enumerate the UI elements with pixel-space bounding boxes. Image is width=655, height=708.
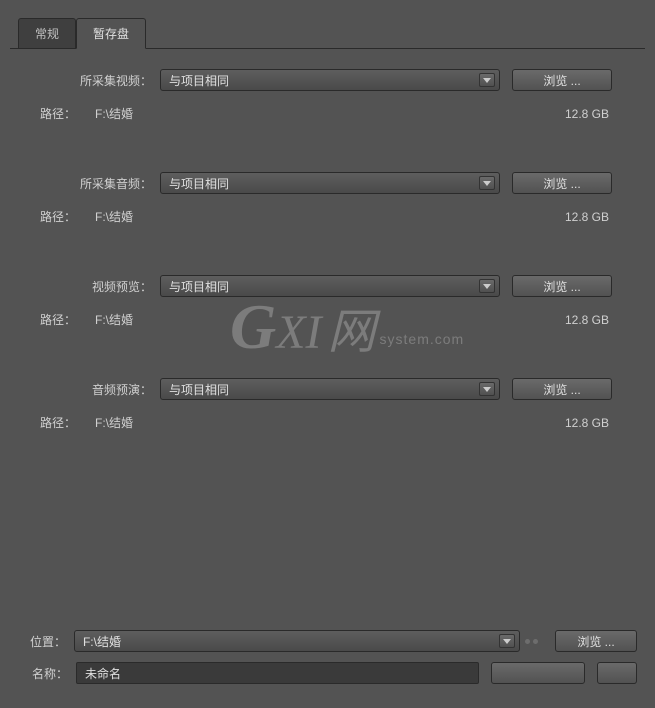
captured-audio-size: 12.8 GB <box>525 210 625 224</box>
video-preview-size: 12.8 GB <box>525 313 625 327</box>
name-input[interactable] <box>76 662 479 684</box>
captured-audio-browse-button[interactable]: 浏览 ... <box>512 172 612 194</box>
chevron-down-icon <box>479 73 495 87</box>
scratch-panel: 所采集视频： 与项目相同 浏览 ... 路径： F:\结婚 12.8 GB 所采… <box>10 48 645 431</box>
video-preview-value: 与项目相同 <box>169 278 229 295</box>
bottom-bar: 位置： F:\结婚 浏览 ... 名称： <box>18 630 637 694</box>
captured-video-group: 所采集视频： 与项目相同 浏览 ... 路径： F:\结婚 12.8 GB <box>30 69 625 122</box>
video-preview-label: 视频预览： <box>30 278 160 295</box>
location-label: 位置： <box>18 633 74 650</box>
video-preview-dropdown[interactable]: 与项目相同 <box>160 275 500 297</box>
captured-video-dropdown[interactable]: 与项目相同 <box>160 69 500 91</box>
bottom-button-1[interactable] <box>491 662 585 684</box>
video-preview-group: 视频预览： 与项目相同 浏览 ... 路径： F:\结婚 12.8 GB <box>30 275 625 328</box>
captured-audio-group: 所采集音频： 与项目相同 浏览 ... 路径： F:\结婚 12.8 GB <box>30 172 625 225</box>
chevron-down-icon <box>479 279 495 293</box>
audio-preview-group: 音频预演： 与项目相同 浏览 ... 路径： F:\结婚 12.8 GB <box>30 378 625 431</box>
location-dropdown[interactable]: F:\结婚 <box>74 630 520 652</box>
captured-video-path-label: 路径： <box>30 105 85 122</box>
chevron-down-icon <box>499 634 515 648</box>
audio-preview-path-label: 路径： <box>30 414 85 431</box>
bottom-button-2[interactable] <box>597 662 637 684</box>
captured-video-value: 与项目相同 <box>169 72 229 89</box>
captured-video-label: 所采集视频： <box>30 72 160 89</box>
tab-scratch-disks[interactable]: 暂存盘 <box>76 18 146 49</box>
tab-general[interactable]: 常规 <box>18 18 76 49</box>
audio-preview-dropdown[interactable]: 与项目相同 <box>160 378 500 400</box>
audio-preview-label: 音频预演： <box>30 381 160 398</box>
captured-audio-path-label: 路径： <box>30 208 85 225</box>
video-preview-path-label: 路径： <box>30 311 85 328</box>
location-dots-icon <box>520 639 543 644</box>
captured-video-size: 12.8 GB <box>525 107 625 121</box>
chevron-down-icon <box>479 176 495 190</box>
location-value: F:\结婚 <box>83 633 121 650</box>
tab-bar: 常规 暂存盘 <box>0 0 655 49</box>
audio-preview-size: 12.8 GB <box>525 416 625 430</box>
captured-audio-label: 所采集音频： <box>30 175 160 192</box>
audio-preview-browse-button[interactable]: 浏览 ... <box>512 378 612 400</box>
chevron-down-icon <box>479 382 495 396</box>
video-preview-path-value: F:\结婚 <box>85 311 525 328</box>
audio-preview-value: 与项目相同 <box>169 381 229 398</box>
captured-video-path-value: F:\结婚 <box>85 105 525 122</box>
video-preview-browse-button[interactable]: 浏览 ... <box>512 275 612 297</box>
name-label: 名称： <box>18 665 76 682</box>
captured-audio-dropdown[interactable]: 与项目相同 <box>160 172 500 194</box>
captured-video-browse-button[interactable]: 浏览 ... <box>512 69 612 91</box>
captured-audio-value: 与项目相同 <box>169 175 229 192</box>
audio-preview-path-value: F:\结婚 <box>85 414 525 431</box>
location-browse-button[interactable]: 浏览 ... <box>555 630 637 652</box>
captured-audio-path-value: F:\结婚 <box>85 208 525 225</box>
